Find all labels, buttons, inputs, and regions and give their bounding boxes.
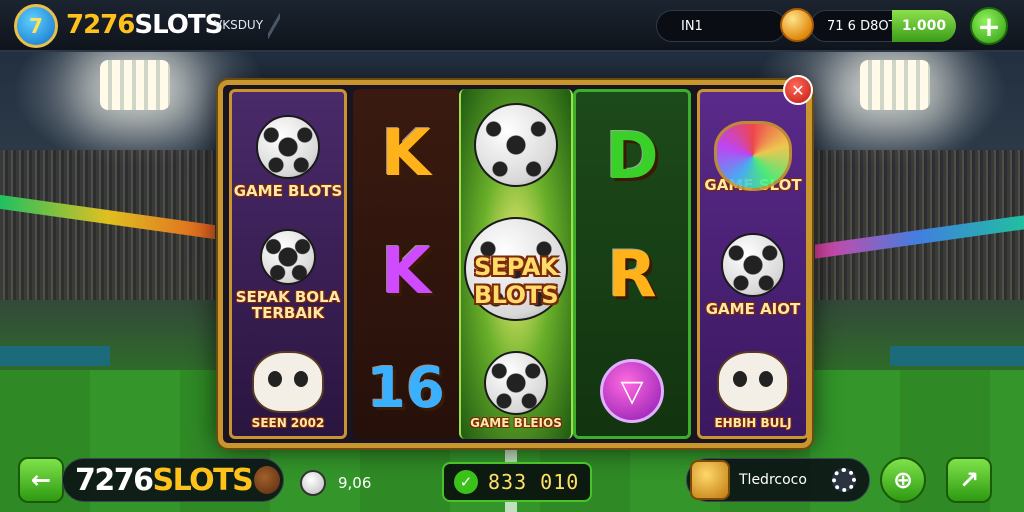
- coin-icon: [780, 8, 814, 42]
- reel-3-symbol-top: [461, 95, 571, 195]
- info-pill[interactable]: IN1: [656, 10, 786, 42]
- footer-brand-text: SLOTS: [152, 462, 254, 498]
- win-display: ✓ 833 010: [442, 462, 592, 502]
- balance-value[interactable]: 1.000: [892, 10, 956, 42]
- reel-1-symbol-bottom: SEEN 2002: [232, 338, 344, 436]
- ad-board-left: [0, 346, 110, 366]
- reel-5-symbol-mid: GAME AIOT: [700, 220, 806, 330]
- center-game-title: SEPAK BLOTS: [473, 253, 559, 309]
- mascot-icon: [252, 351, 324, 414]
- reel-5-symbol-bottom: EHBIH BULJ: [700, 338, 806, 436]
- letter-r-icon: R: [607, 238, 657, 312]
- letter-k-icon: K: [381, 117, 431, 191]
- shield-icon: ▽: [600, 359, 664, 423]
- info-label: IN1: [681, 18, 703, 34]
- symbol-label: GAME BLEIOS: [470, 416, 562, 431]
- reel-5: GAME SLOT GAME AIOT EHBIH BULJ: [697, 89, 809, 439]
- check-icon: ✓: [454, 470, 478, 494]
- user-label: Tledrcoco: [739, 472, 807, 488]
- letter-k-icon: K: [381, 235, 431, 309]
- logo-badge[interactable]: 7: [14, 4, 58, 48]
- add-funds-button[interactable]: +: [970, 7, 1008, 45]
- back-button[interactable]: ←: [18, 457, 64, 503]
- symbol-label: GAME AIOT: [705, 299, 801, 318]
- footer-brand-number: 7276: [75, 462, 154, 498]
- settings-icon[interactable]: [832, 468, 856, 492]
- reel-2-symbol-bottom: 16: [353, 335, 459, 439]
- balance-text: 7​1 6 D8OT: [827, 18, 897, 34]
- mascot-icon: [717, 351, 789, 414]
- floodlight-left: [100, 60, 170, 110]
- symbol-label: SEPAK BOLA TERBAIK: [235, 287, 341, 322]
- soccer-ball-icon: [721, 232, 785, 297]
- bet-value: 9,06: [338, 474, 372, 492]
- reel-2-symbol-top: K: [353, 99, 459, 209]
- reel-4-symbol-top: D: [576, 102, 688, 212]
- reel-3-symbol-bottom: GAME BLEIOS: [461, 341, 571, 439]
- soccer-ball-icon: [474, 103, 558, 187]
- rugby-ball-icon: [254, 466, 280, 494]
- reel-4-symbol-bottom: ▽: [576, 338, 688, 436]
- grid-button[interactable]: ⊕: [880, 457, 926, 503]
- soccer-ball-icon: [484, 351, 548, 416]
- symbol-label: GAME BLOTS: [233, 181, 343, 200]
- ad-board-right: [890, 346, 1024, 366]
- reel-1: GAME BLOTS SEPAK BOLA TERBAIK SEEN 2002: [229, 89, 347, 439]
- symbol-label: EHBIH BULJ: [714, 416, 792, 431]
- footer-brand: 7276 SLOTS: [62, 458, 284, 502]
- brand-text: SLOTS: [134, 10, 223, 40]
- topbar-divider: [268, 6, 280, 46]
- trophy-icon[interactable]: [690, 460, 730, 500]
- floodlight-right: [860, 60, 930, 110]
- symbol-label: SEEN 2002: [251, 416, 325, 431]
- win-value: 833 010: [488, 470, 580, 494]
- brand-title: 7276SLOTS: [66, 10, 223, 40]
- soccer-ball-icon: [256, 114, 320, 179]
- brand-number: 7276: [66, 10, 135, 40]
- letter-d-icon: D: [605, 120, 659, 194]
- soccer-ball-icon: [260, 228, 316, 285]
- number-16-icon: 16: [367, 355, 445, 421]
- soccer-ball-icon: [300, 470, 326, 496]
- close-button[interactable]: ✕: [783, 75, 813, 105]
- reel-5-symbol-top: GAME SLOT: [700, 102, 806, 212]
- brand-tagline: VKSDUY: [214, 18, 264, 32]
- gem-icon: [714, 120, 792, 191]
- reel-1-symbol-mid: SEPAK BOLA TERBAIK: [232, 220, 344, 330]
- top-bar: 7 7276SLOTS VKSDUY IN1 7​1 6 D8OT 1.000 …: [0, 0, 1024, 52]
- stats-button[interactable]: ↗: [946, 457, 992, 503]
- reel-1-symbol-top: GAME BLOTS: [232, 102, 344, 212]
